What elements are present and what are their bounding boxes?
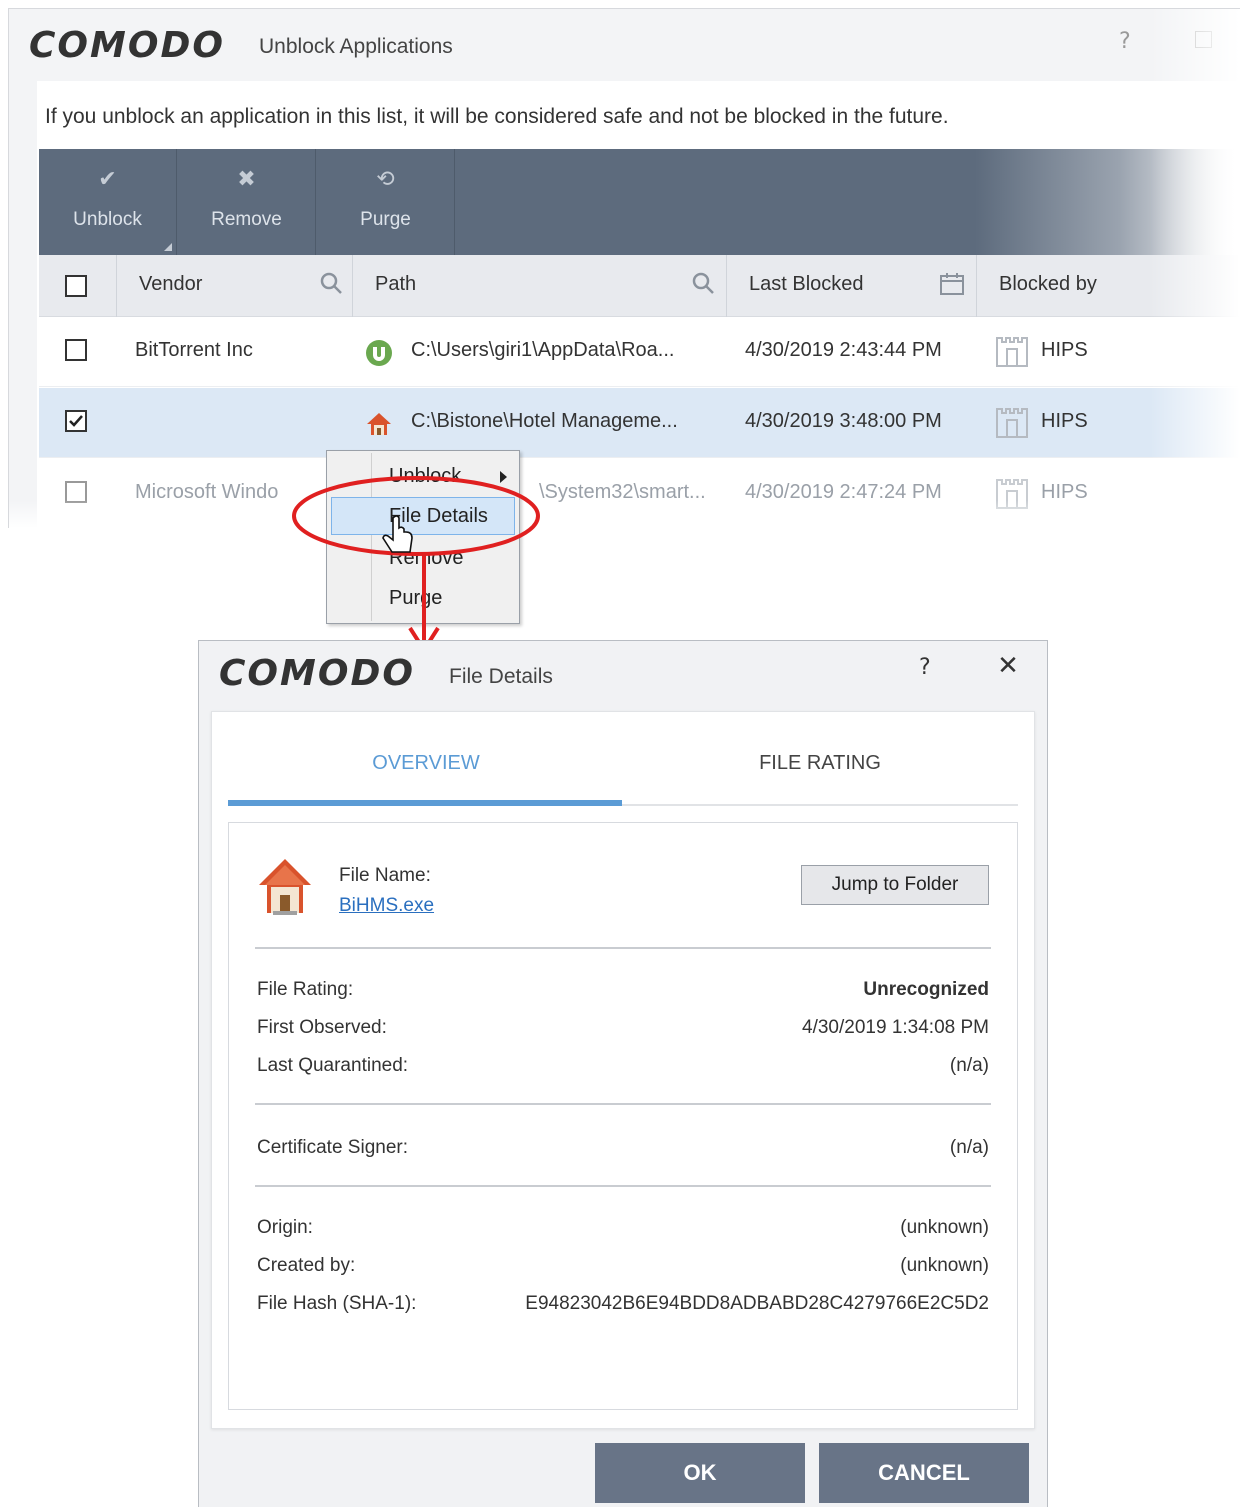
file-rating-value: Unrecognized xyxy=(863,979,989,1000)
blocked-by-cell: HIPS xyxy=(1041,410,1088,432)
path-cell: \System32\smart... xyxy=(539,481,706,503)
dialog-title: File Details xyxy=(449,665,553,688)
description-text: If you unblock an application in this li… xyxy=(45,105,949,128)
menu-item-label: File Details xyxy=(389,505,488,527)
main-panel: If you unblock an application in this li… xyxy=(37,81,1240,528)
path-column-label: Path xyxy=(375,273,417,295)
last-blocked-column-label: Last Blocked xyxy=(749,273,864,295)
comodo-logo: COMODO xyxy=(29,25,225,66)
file-hash-value: E94823042B6E94BDD8ADBABD28C4279766E2C5D2 xyxy=(525,1293,989,1314)
last-blocked-column-header[interactable]: Last Blocked xyxy=(727,255,977,317)
certificate-signer-label: Certificate Signer: xyxy=(257,1137,409,1158)
comodo-logo: COMODO xyxy=(219,653,415,694)
house-icon xyxy=(367,413,391,435)
castle-icon xyxy=(996,479,1028,509)
row-checkbox[interactable] xyxy=(65,481,87,503)
last-quarantined-label: Last Quarantined: xyxy=(257,1055,409,1076)
blocked-by-column-label: Blocked by xyxy=(999,273,1097,295)
dropdown-corner-icon xyxy=(164,243,172,251)
check-icon: ✔ xyxy=(98,167,117,192)
menu-item-remove[interactable]: Remove xyxy=(331,539,515,577)
submenu-arrow-icon xyxy=(500,471,507,483)
path-cell: C:\Bistone\Hotel Manageme... xyxy=(411,410,678,432)
file-name-label: File Name: xyxy=(339,865,431,886)
maximize-icon[interactable] xyxy=(1195,31,1212,48)
menu-item-file-details[interactable]: File Details xyxy=(331,497,515,535)
menu-item-label: Unblock xyxy=(389,465,462,487)
dialog-body: OVERVIEW FILE RATING File Name: BiHMS.ex… xyxy=(211,711,1035,1429)
vendor-column-label: Vendor xyxy=(139,273,203,295)
path-column-header[interactable]: Path xyxy=(353,255,727,317)
castle-icon xyxy=(996,337,1028,367)
checkmark-icon xyxy=(69,415,83,427)
first-observed-label: First Observed: xyxy=(257,1017,387,1038)
first-observed-value: 4/30/2019 1:34:08 PM xyxy=(802,1017,989,1038)
blocked-by-cell: HIPS xyxy=(1041,481,1088,503)
calendar-icon[interactable] xyxy=(939,271,965,297)
select-all-cell xyxy=(39,255,117,317)
divider xyxy=(255,1185,991,1187)
vendor-cell: BitTorrent Inc xyxy=(135,339,253,361)
row-checkbox-checked[interactable] xyxy=(65,410,87,432)
remove-label: Remove xyxy=(211,209,282,230)
refresh-icon: ⟲ xyxy=(376,167,395,192)
menu-item-purge[interactable]: Purge xyxy=(331,579,515,617)
file-name-link[interactable]: BiHMS.exe xyxy=(339,895,434,917)
select-all-checkbox[interactable] xyxy=(65,275,87,297)
menu-item-label: Purge xyxy=(389,587,443,609)
created-by-label: Created by: xyxy=(257,1255,356,1276)
table-row[interactable]: BitTorrent Inc C:\Users\giri1\AppData\Ro… xyxy=(39,317,1239,387)
table-row-selected[interactable]: C:\Bistone\Hotel Manageme... 4/30/2019 3… xyxy=(39,388,1239,458)
castle-icon xyxy=(996,408,1028,438)
active-tab-indicator xyxy=(228,800,622,806)
help-button[interactable]: ? xyxy=(1119,29,1131,54)
jump-to-folder-button[interactable]: Jump to Folder xyxy=(801,865,989,905)
cancel-button[interactable]: CANCEL xyxy=(819,1443,1029,1503)
tab-overview[interactable]: OVERVIEW xyxy=(228,752,624,775)
vendor-cell: Microsoft Windo xyxy=(135,481,279,503)
search-icon[interactable] xyxy=(319,271,345,297)
last-blocked-cell: 4/30/2019 3:48:00 PM xyxy=(745,410,942,432)
file-hash-label: File Hash (SHA-1): xyxy=(257,1293,417,1314)
last-blocked-cell: 4/30/2019 2:43:44 PM xyxy=(745,339,942,361)
unblock-button[interactable]: ✔ Unblock xyxy=(39,149,177,255)
vendor-column-header[interactable]: Vendor xyxy=(117,255,353,317)
overview-panel: File Name: BiHMS.exe Jump to Folder File… xyxy=(228,822,1018,1410)
purge-button[interactable]: ⟲ Purge xyxy=(317,149,455,255)
certificate-signer-value: (n/a) xyxy=(949,1137,989,1158)
file-rating-label: File Rating: xyxy=(257,979,354,1000)
created-by-value: (unknown) xyxy=(900,1255,989,1276)
remove-button[interactable]: ✖ Remove xyxy=(178,149,316,255)
context-menu: Unblock File Details Remove Purge xyxy=(326,450,520,624)
tab-file-rating[interactable]: FILE RATING xyxy=(622,752,1018,775)
menu-item-unblock[interactable]: Unblock xyxy=(331,457,515,495)
origin-value: (unknown) xyxy=(900,1217,989,1238)
origin-label: Origin: xyxy=(257,1217,313,1238)
last-quarantined-value: (n/a) xyxy=(949,1055,989,1076)
house-icon xyxy=(259,859,311,915)
unblock-label: Unblock xyxy=(73,209,142,230)
x-icon: ✖ xyxy=(237,167,256,192)
path-cell: C:\Users\giri1\AppData\Roa... xyxy=(411,339,675,361)
row-checkbox[interactable] xyxy=(65,339,87,361)
blocked-by-cell: HIPS xyxy=(1041,339,1088,361)
window-title: Unblock Applications xyxy=(259,35,453,58)
last-blocked-cell: 4/30/2019 2:47:24 PM xyxy=(745,481,942,503)
divider xyxy=(255,947,991,949)
unblock-applications-window: COMODO Unblock Applications ? If you unb… xyxy=(8,8,1240,528)
close-icon[interactable]: ✕ xyxy=(993,651,1023,681)
grid-header: Vendor Path Last Blocked Blocked by xyxy=(39,255,1239,317)
toolbar: ✔ Unblock ✖ Remove ⟲ Purge xyxy=(39,149,1239,255)
menu-item-label: Remove xyxy=(389,547,464,569)
ok-button[interactable]: OK xyxy=(595,1443,805,1503)
table-row[interactable]: Microsoft Windo \System32\smart... 4/30/… xyxy=(39,459,1239,528)
purge-label: Purge xyxy=(360,209,411,230)
divider xyxy=(255,1103,991,1105)
blocked-by-column-header[interactable]: Blocked by xyxy=(977,255,1239,317)
search-icon[interactable] xyxy=(691,271,717,297)
utorrent-icon xyxy=(366,340,392,366)
help-button[interactable]: ? xyxy=(919,655,931,680)
file-details-dialog: COMODO File Details ? ✕ OVERVIEW FILE RA… xyxy=(198,640,1048,1507)
